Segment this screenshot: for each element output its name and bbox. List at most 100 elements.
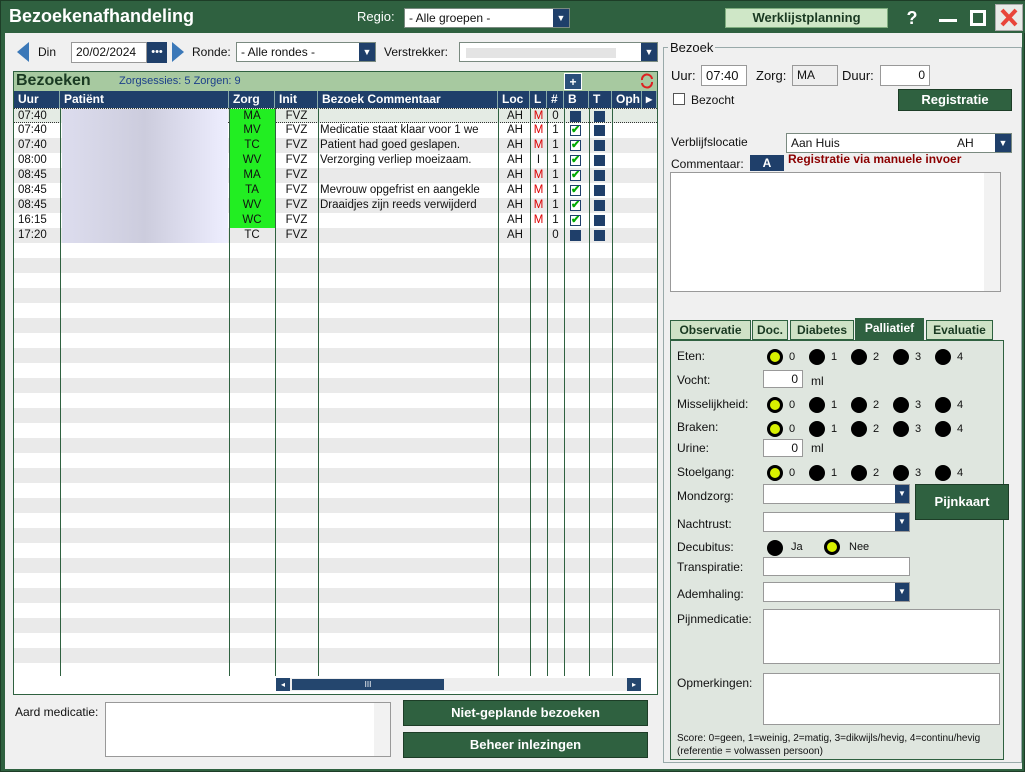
nachtrust-select[interactable]: ▼ xyxy=(763,512,910,532)
table-row[interactable] xyxy=(14,318,657,333)
close-button[interactable] xyxy=(995,4,1023,31)
table-row[interactable] xyxy=(14,633,657,648)
eten-radio-0[interactable] xyxy=(767,349,783,365)
duur-field[interactable]: 0 xyxy=(880,65,930,86)
opmerkingen-field[interactable] xyxy=(763,673,1000,725)
table-row[interactable] xyxy=(14,483,657,498)
table-row[interactable] xyxy=(14,243,657,258)
table-row[interactable]: 08:45 TA FVZ Mevrouw opgefrist en aangekle A… xyxy=(14,183,657,198)
vocht-field[interactable]: 0 xyxy=(763,370,803,388)
table-row[interactable]: 07:40 MV FVZ Medicatie staat klaar voor 1 w… xyxy=(14,123,657,138)
decubitus-ja-radio[interactable] xyxy=(767,540,783,556)
vertical-scrollbar[interactable] xyxy=(374,703,390,756)
column-header[interactable]: B xyxy=(564,91,589,108)
pijnmedicatie-field[interactable] xyxy=(763,609,1000,664)
t-checkbox[interactable] xyxy=(594,155,605,166)
table-row[interactable] xyxy=(14,393,657,408)
table-row[interactable]: 08:45 MA FVZ AH M 1 ✔ xyxy=(14,168,657,183)
table-row[interactable]: 08:45 WV FVZ Draaidjes zijn reeds verwijder… xyxy=(14,198,657,213)
eten-radio-2[interactable] xyxy=(851,349,867,365)
commentaar-field[interactable] xyxy=(670,172,1001,292)
registratie-button[interactable]: Registratie xyxy=(898,89,1012,111)
table-row[interactable] xyxy=(14,333,657,348)
stoelgang-radio-0[interactable] xyxy=(767,465,783,481)
column-header[interactable]: Oph xyxy=(612,91,642,108)
t-checkbox[interactable] xyxy=(594,185,605,196)
misselijkheid-radio-3[interactable] xyxy=(893,397,909,413)
add-visit-button[interactable]: + xyxy=(564,73,582,90)
table-row[interactable] xyxy=(14,618,657,633)
ademhaling-select[interactable]: ▼ xyxy=(763,582,910,602)
b-checkbox[interactable]: ✔ xyxy=(570,200,581,211)
urine-field[interactable]: 0 xyxy=(763,439,803,457)
table-row[interactable] xyxy=(14,528,657,543)
t-checkbox[interactable] xyxy=(594,111,605,122)
table-row[interactable] xyxy=(14,378,657,393)
table-row[interactable]: 07:40 MA FVZ AH M 0 xyxy=(14,108,657,124)
date-field[interactable]: 20/02/2024 xyxy=(71,42,147,63)
table-row[interactable]: 08:00 WV FVZ Verzorging verliep moeizaam. AH… xyxy=(14,153,657,168)
table-row[interactable] xyxy=(14,363,657,378)
column-header[interactable]: Uur xyxy=(14,91,60,108)
t-checkbox[interactable] xyxy=(594,140,605,151)
table-row[interactable] xyxy=(14,348,657,363)
aard-medicatie-field[interactable] xyxy=(105,702,391,757)
table-row[interactable] xyxy=(14,453,657,468)
help-button[interactable]: ? xyxy=(899,6,925,30)
column-header[interactable]: ▸ xyxy=(642,91,657,108)
b-checkbox[interactable] xyxy=(570,111,581,122)
werklijstplanning-button[interactable]: Werklijstplanning xyxy=(725,8,888,28)
ronde-select[interactable]: - Alle rondes - ▼ xyxy=(236,42,376,62)
scroll-right-icon[interactable]: ▸ xyxy=(627,678,641,691)
b-checkbox[interactable]: ✔ xyxy=(570,170,581,181)
stoelgang-radio-1[interactable] xyxy=(809,465,825,481)
tab-evaluatie[interactable]: Evaluatie xyxy=(926,320,993,340)
column-header[interactable]: Init xyxy=(275,91,318,108)
misselijkheid-radio-2[interactable] xyxy=(851,397,867,413)
t-checkbox[interactable] xyxy=(594,200,605,211)
column-header[interactable]: Zorg xyxy=(229,91,275,108)
eten-radio-1[interactable] xyxy=(809,349,825,365)
tab-observatie[interactable]: Observatie xyxy=(670,320,751,340)
maximize-button[interactable] xyxy=(965,6,991,30)
b-checkbox[interactable]: ✔ xyxy=(570,185,581,196)
braken-radio-1[interactable] xyxy=(809,421,825,437)
transpiratie-field[interactable] xyxy=(763,557,910,576)
table-row[interactable] xyxy=(14,543,657,558)
table-row[interactable] xyxy=(14,573,657,588)
b-checkbox[interactable]: ✔ xyxy=(570,155,581,166)
mondzorg-select[interactable]: ▼ xyxy=(763,484,910,504)
b-checkbox[interactable]: ✔ xyxy=(570,140,581,151)
scroll-left-icon[interactable]: ◂ xyxy=(276,678,290,691)
table-row[interactable] xyxy=(14,663,657,676)
table-row[interactable] xyxy=(14,273,657,288)
eten-radio-4[interactable] xyxy=(935,349,951,365)
next-day-arrow-icon[interactable] xyxy=(172,42,184,62)
column-header[interactable]: T xyxy=(589,91,612,108)
column-header[interactable]: # xyxy=(547,91,564,108)
beheer-inlezingen-button[interactable]: Beheer inlezingen xyxy=(403,732,648,758)
regio-select[interactable]: - Alle groepen - ▼ xyxy=(404,8,570,28)
date-picker-button[interactable]: ••• xyxy=(147,42,167,63)
misselijkheid-radio-4[interactable] xyxy=(935,397,951,413)
table-row[interactable] xyxy=(14,513,657,528)
verblijfslocatie-select[interactable]: Aan Huis AH ▼ xyxy=(786,133,1012,153)
table-row[interactable] xyxy=(14,408,657,423)
table-row[interactable] xyxy=(14,288,657,303)
uur-field[interactable]: 07:40 xyxy=(701,65,747,86)
t-checkbox[interactable] xyxy=(594,125,605,136)
table-row[interactable] xyxy=(14,423,657,438)
b-checkbox[interactable] xyxy=(570,230,581,241)
braken-radio-3[interactable] xyxy=(893,421,909,437)
braken-radio-4[interactable] xyxy=(935,421,951,437)
minimize-button[interactable] xyxy=(935,6,961,30)
t-checkbox[interactable] xyxy=(594,230,605,241)
b-checkbox[interactable]: ✔ xyxy=(570,215,581,226)
column-header[interactable]: Patiënt xyxy=(60,91,229,108)
vertical-scrollbar[interactable] xyxy=(984,173,1000,291)
stoelgang-radio-2[interactable] xyxy=(851,465,867,481)
braken-radio-0[interactable] xyxy=(767,421,783,437)
table-row[interactable] xyxy=(14,648,657,663)
table-row[interactable] xyxy=(14,603,657,618)
bezocht-checkbox[interactable] xyxy=(673,93,685,105)
